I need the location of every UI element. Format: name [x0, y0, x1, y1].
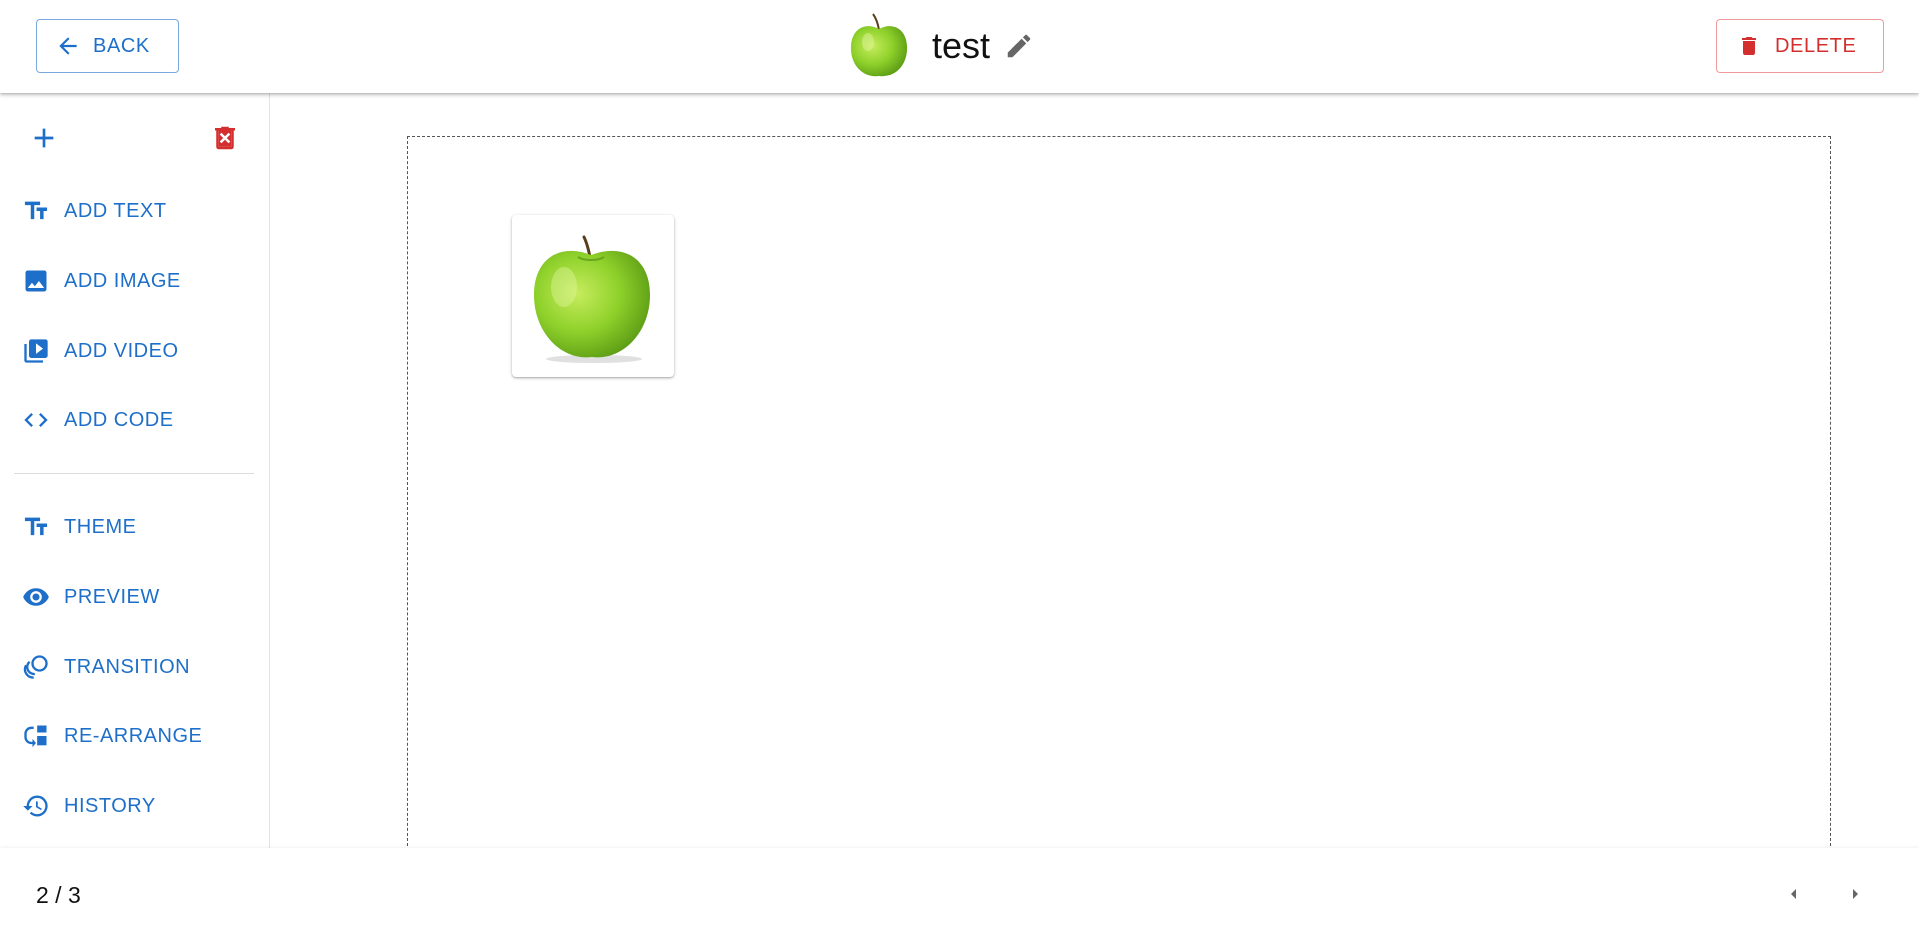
sidebar-item-label: PREVIEW — [64, 585, 160, 608]
previous-slide-icon[interactable] — [1782, 882, 1806, 906]
sidebar: ADD TEXT ADD IMAGE ADD VIDEO ADD CODE TH… — [0, 93, 270, 848]
slide-actions — [0, 93, 269, 183]
rearrange-icon — [22, 722, 50, 750]
bottom-bar: 2 / 3 — [0, 848, 1919, 936]
sidebar-item-label: ADD VIDEO — [64, 339, 179, 362]
presentation-title: test — [932, 25, 991, 66]
sidebar-item-add-image[interactable]: ADD IMAGE — [0, 251, 269, 311]
eye-icon — [22, 583, 50, 611]
sidebar-item-add-code[interactable]: ADD CODE — [0, 390, 269, 450]
sidebar-item-add-video[interactable]: ADD VIDEO — [0, 321, 269, 381]
slide-image-element[interactable] — [512, 215, 674, 377]
sidebar-item-label: ADD TEXT — [64, 199, 167, 222]
apple-thumbnail-image — [850, 13, 908, 77]
apple-image — [534, 235, 650, 363]
sidebar-item-add-text[interactable]: ADD TEXT — [0, 181, 269, 241]
sidebar-item-theme[interactable]: THEME — [0, 497, 269, 557]
back-label: BACK — [93, 34, 150, 57]
page-counter: 2 / 3 — [36, 882, 81, 908]
sidebar-item-label: TRANSITION — [64, 655, 191, 678]
sidebar-item-transition[interactable]: TRANSITION — [0, 637, 269, 697]
delete-slide-icon[interactable] — [210, 123, 240, 158]
text-fields-icon — [22, 513, 50, 541]
slide-canvas[interactable] — [407, 136, 1831, 856]
presentation-title-group: test — [848, 12, 1034, 80]
delete-button[interactable]: DELETE — [1716, 19, 1884, 73]
sidebar-item-label: HISTORY — [64, 794, 156, 817]
top-bar: BACK test DELETE — [0, 0, 1919, 93]
arrow-left-icon — [59, 37, 77, 55]
history-icon — [22, 792, 50, 820]
sidebar-item-label: THEME — [64, 515, 137, 538]
animation-icon — [22, 653, 50, 681]
image-icon — [22, 267, 50, 295]
add-slide-icon[interactable] — [28, 122, 60, 159]
code-icon — [22, 406, 50, 434]
sidebar-divider — [14, 473, 254, 474]
sidebar-item-preview[interactable]: PREVIEW — [0, 567, 269, 627]
sidebar-item-rearrange[interactable]: RE-ARRANGE — [0, 706, 269, 766]
sidebar-item-label: ADD CODE — [64, 408, 174, 431]
trash-icon — [1742, 37, 1756, 55]
back-button[interactable]: BACK — [36, 19, 179, 73]
delete-label: DELETE — [1775, 34, 1857, 57]
sidebar-item-label: ADD IMAGE — [64, 269, 181, 292]
video-library-icon — [22, 337, 50, 365]
pencil-edit-icon[interactable] — [1004, 31, 1034, 61]
sidebar-item-label: RE-ARRANGE — [64, 724, 203, 747]
text-fields-icon — [22, 197, 50, 225]
sidebar-item-history[interactable]: HISTORY — [0, 776, 269, 836]
next-slide-icon[interactable] — [1843, 882, 1867, 906]
